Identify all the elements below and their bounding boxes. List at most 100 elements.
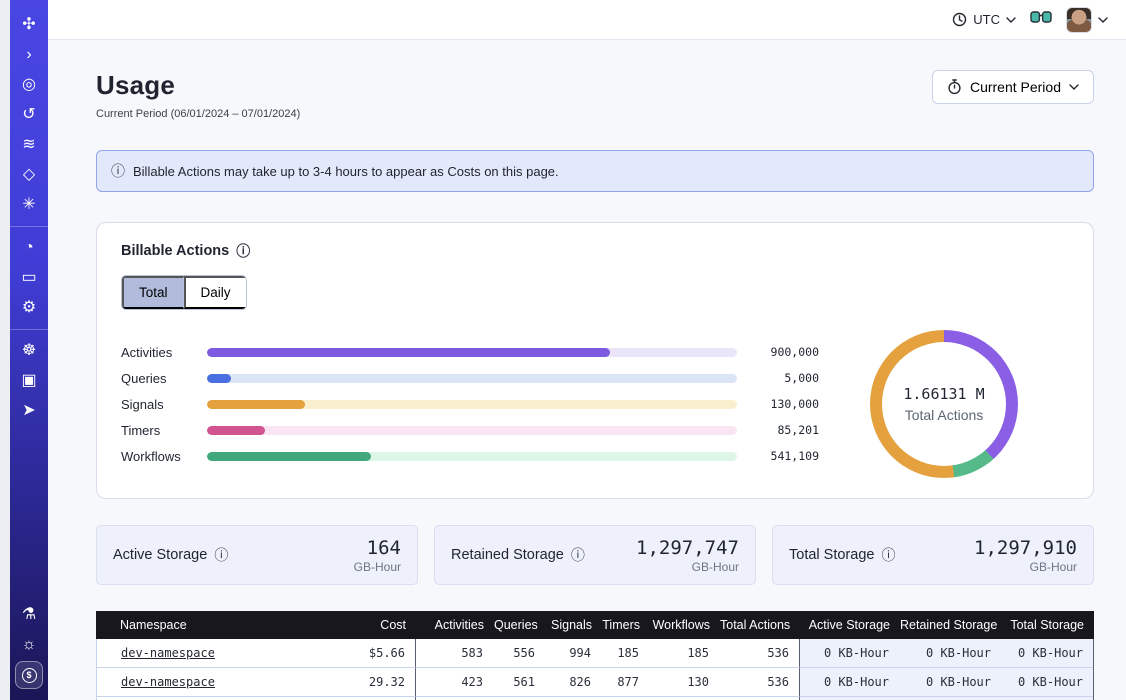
collapse-chevron-icon[interactable]: › — [15, 41, 43, 69]
total-actions-donut-chart: 1.66131 M Total Actions — [870, 330, 1018, 478]
storage-card-value: 164 — [354, 537, 401, 559]
bar-track — [207, 400, 737, 409]
info-icon[interactable]: ⓘ — [571, 545, 585, 565]
feedback-glasses-button[interactable] — [1030, 11, 1052, 29]
column-header-cost[interactable]: Cost — [324, 611, 416, 639]
period-dropdown-label: Current Period — [970, 79, 1061, 95]
billable-tabs: TotalDaily — [121, 275, 247, 310]
layers-icon[interactable]: ≋ — [15, 131, 43, 159]
bar-row: Signals130,000 — [121, 391, 819, 417]
storage-card-label: Total Storageⓘ — [789, 545, 895, 565]
clock-icon — [952, 12, 967, 27]
column-header-total-actions[interactable]: Total Actions — [720, 611, 800, 639]
info-icon[interactable]: ⓘ — [236, 241, 250, 261]
info-icon[interactable]: ⓘ — [214, 545, 228, 565]
cell-retained_storage: 0 KB-Hour — [899, 639, 1001, 668]
cell-activities: 423 — [415, 668, 493, 697]
bar-fill — [207, 452, 371, 461]
storage-card: Retained Storageⓘ1,297,747GB-Hour — [434, 525, 756, 585]
temporal-logo-icon[interactable]: ✣ — [15, 11, 43, 39]
chevron-down-icon — [1069, 84, 1079, 90]
billable-actions-card: Billable Actions ⓘ TotalDaily Activities… — [96, 222, 1094, 499]
bar-track — [207, 374, 737, 383]
storage-card-title: Active Storage — [113, 547, 207, 563]
topbar: UTC — [48, 0, 1126, 40]
deployments-cube-icon[interactable]: ◇ — [15, 161, 43, 189]
main-content: Usage Current Period (06/01/2024 – 07/01… — [48, 40, 1126, 700]
bar-row: Queries5,000 — [121, 365, 819, 391]
billable-actions-title: Billable Actions — [121, 243, 229, 259]
sidebar-divider — [10, 329, 48, 330]
glasses-icon — [1030, 11, 1052, 24]
page-title: Usage — [96, 70, 300, 101]
namespace-link[interactable]: dev-namespace — [121, 675, 215, 689]
avatar — [1066, 7, 1092, 33]
column-header-signals[interactable]: Signals — [546, 611, 602, 639]
column-header-queries[interactable]: Queries — [494, 611, 546, 639]
account-menu[interactable] — [1066, 7, 1108, 33]
bar-row: Timers85,201 — [121, 417, 819, 443]
column-header-active-storage[interactable]: Active Storage — [800, 611, 900, 639]
storage-summary-row: Active Storage ⓘ 164 GB-Hour Retained Storag… — [96, 525, 1094, 585]
tab-daily[interactable]: Daily — [184, 276, 246, 309]
cell-namespace: dev-namespace — [97, 668, 323, 697]
info-icon: ⓘ — [111, 161, 125, 181]
cell-activities: 583 — [415, 639, 493, 668]
cell-total_storage: 0 KB-Hour — [1001, 639, 1093, 668]
bar-row: Activities900,000 — [121, 339, 819, 365]
cell-active_storage: 0 KB-Hour — [799, 668, 899, 697]
cell-retained_storage: 0 KB-Hour — [899, 668, 1001, 697]
bar-track — [207, 426, 737, 435]
storage-card-unit: GB-Hour — [974, 560, 1077, 574]
schedules-icon[interactable]: ↺ — [15, 101, 43, 129]
storage-card-unit: GB-Hour — [636, 560, 739, 574]
cell-workflows: 130 — [649, 668, 719, 697]
cell-cost: $5.66 — [323, 639, 415, 668]
timezone-selector[interactable]: UTC — [952, 12, 1016, 27]
cell-cost: 29.32 — [323, 668, 415, 697]
column-header-namespace[interactable]: Namespace — [96, 611, 324, 639]
chevron-down-icon — [1098, 17, 1108, 23]
theme-sun-icon[interactable]: ☼ — [15, 631, 43, 659]
chevron-down-icon — [1006, 17, 1016, 23]
namespace-usage-table: NamespaceCostActivitiesQueriesSignalsTim… — [96, 611, 1094, 700]
billing-card-icon[interactable]: ▭ — [15, 264, 43, 292]
bar-label: Signals — [121, 397, 207, 412]
period-dropdown-button[interactable]: Current Period — [932, 70, 1094, 104]
cell-queries: 561 — [493, 668, 545, 697]
support-lifebuoy-icon[interactable]: ☸ — [15, 337, 43, 365]
storage-card: Active Storageⓘ164GB-Hour — [96, 525, 418, 585]
table-row: dev-namespace$5.665835569941851855360 KB… — [97, 639, 1093, 668]
bar-fill — [207, 348, 610, 357]
getting-started-rocket-icon[interactable]: ➤ — [15, 397, 43, 425]
column-header-total-storage[interactable]: Total Storage — [1002, 611, 1094, 639]
tab-total[interactable]: Total — [122, 276, 184, 309]
bar-value: 5,000 — [737, 371, 819, 385]
cell-signals: 994 — [545, 639, 601, 668]
nexus-asterisk-icon[interactable]: ✳ — [15, 191, 43, 219]
dollar-coin-icon: $ — [22, 668, 37, 683]
bar-label: Activities — [121, 345, 207, 360]
column-header-workflows[interactable]: Workflows — [650, 611, 720, 639]
bar-value: 85,201 — [737, 423, 819, 437]
usage-gauge-icon[interactable]: ◔ — [15, 234, 43, 262]
column-header-retained-storage[interactable]: Retained Storage — [900, 611, 1002, 639]
namespace-link[interactable]: dev-namespace — [121, 646, 215, 660]
donut-total-value: 1.66131 M — [903, 385, 984, 403]
namespaces-icon[interactable]: ◎ — [15, 71, 43, 99]
table-row: dev-namespace29.324235618268771305360 KB… — [97, 668, 1093, 697]
cell-queries: 556 — [493, 639, 545, 668]
cell-total_actions: 536 — [719, 639, 799, 668]
cell-total_actions: 536 — [719, 668, 799, 697]
pricing-coin-button[interactable]: $ — [15, 661, 43, 689]
column-header-activities[interactable]: Activities — [416, 611, 494, 639]
docs-monitor-icon[interactable]: ▣ — [15, 367, 43, 395]
bar-fill — [207, 374, 231, 383]
donut-total-label: Total Actions — [905, 407, 984, 423]
lab-flask-icon[interactable]: ⚗ — [15, 601, 43, 629]
storage-card-label: Retained Storage ⓘ — [451, 545, 585, 565]
settings-gear-icon[interactable]: ⚙ — [15, 294, 43, 322]
column-header-timers[interactable]: Timers — [602, 611, 650, 639]
storage-card-title: Retained Storage — [451, 547, 564, 563]
info-icon[interactable]: ⓘ — [881, 545, 895, 565]
